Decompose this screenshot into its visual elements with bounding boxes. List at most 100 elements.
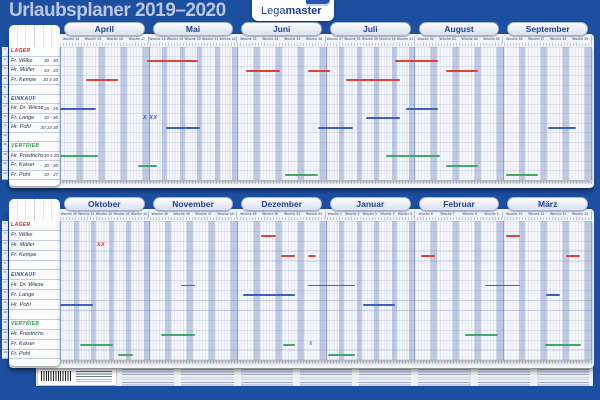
vacation-mark-pohl_e — [166, 127, 200, 129]
member-name: Hr. Friedrichs — [11, 153, 44, 159]
planner-board-photo: Urlaubsplaner 2019–2020 Legamaster April… — [0, 0, 600, 400]
row-number: 2 — [2, 231, 8, 241]
spacer-row — [9, 85, 60, 95]
week-label: Woche 37 — [525, 36, 547, 43]
vacation-mark-pohl_v — [328, 354, 355, 356]
row-number: 11 — [2, 142, 8, 152]
month-week-group: Woche 18Woche 19Woche 20Woche 21Woche 22 — [149, 36, 238, 43]
group-label: LAGER — [11, 48, 31, 54]
week-label: Woche 28 — [344, 36, 362, 43]
vacation-mark-kempe — [421, 255, 435, 257]
member-name: Fr. Kempe — [11, 77, 36, 83]
spacer-row — [9, 133, 60, 143]
row-number-strip: 1234567891011121314 — [2, 221, 8, 360]
vacation-marks-layer: XXX — [60, 221, 592, 360]
member-name: Hr. Pohl — [11, 302, 31, 308]
month-week-group: Woche 32Woche 33Woche 34Woche 35 — [415, 36, 504, 43]
group-header-vertrieb: VERTRIEB — [9, 142, 60, 152]
week-label: Woche 29 — [361, 36, 379, 43]
hand-mark-lange: X XX — [143, 115, 158, 121]
vacation-mark-kempe — [346, 79, 400, 81]
month-tab-november: November — [153, 197, 234, 211]
group-label: EINKAUF — [11, 272, 36, 278]
brand-bold: master — [285, 5, 321, 17]
vacation-mark-friedrichs — [386, 155, 440, 157]
vacation-mark-kaiser — [446, 165, 478, 167]
month-week-group: Woche 36Woche 37Woche 38Woche 39 — [503, 36, 592, 43]
vacation-mark-mueller — [308, 70, 330, 72]
member-row-wiese: Hr. Dr. Wiese28 - 26 — [9, 104, 60, 114]
month-week-group: Woche 14Woche 15Woche 16Woche 17 — [60, 36, 149, 43]
member-row-pohl_e: Hr. Pohl30 10 30 — [9, 123, 60, 133]
vacation-mark-lange — [243, 294, 295, 296]
week-label: Woche 33 — [437, 36, 459, 43]
holiday-legend-strip — [36, 367, 593, 386]
day-numbers-footer — [60, 181, 592, 184]
week-label: Woche 35 — [480, 36, 502, 43]
month-tab-maerz: März — [507, 197, 588, 211]
month-week-group: Woche 27Woche 28Woche 29Woche 30Woche 31 — [326, 36, 415, 43]
group-label: VERTRIEB — [11, 321, 39, 327]
spacer-row — [9, 310, 60, 320]
member-name: Fr. Wilke — [11, 58, 32, 64]
row-number: 9 — [2, 123, 8, 133]
vacation-mark-kaiser — [283, 344, 295, 346]
row-number: 10 — [2, 133, 8, 143]
member-name: Fr. Lange — [11, 115, 34, 121]
group-header-vertrieb: VERTRIEB — [9, 320, 60, 330]
week-labels-row: Woche 14Woche 15Woche 16Woche 17Woche 18… — [60, 36, 592, 43]
vacation-days-value: 30 - 30 — [44, 58, 58, 63]
frame-border-left — [0, 0, 2, 400]
barcode-label — [38, 369, 116, 385]
month-tab-august: August — [419, 22, 500, 36]
month-tab-september: September — [507, 22, 588, 36]
month-tab-juli: Juli — [330, 22, 411, 36]
member-row-wilke: Fr. Wilke 30 - 30 — [9, 57, 60, 67]
week-label: Woche 18 — [149, 36, 167, 43]
week-label: Woche 23 — [237, 36, 259, 43]
week-label: Woche 21 — [201, 36, 219, 43]
member-row-kempe: Fr. Kempe30 5 30 — [9, 76, 60, 86]
month-tab-april: April — [64, 22, 145, 36]
vacation-mark-mueller — [446, 70, 478, 72]
member-name: Fr. Lange — [11, 292, 34, 298]
row-number: 5 — [2, 261, 8, 271]
member-name: Fr. Kaiser — [11, 162, 35, 168]
row-number: 13 — [2, 161, 8, 171]
vacation-mark-kempe — [86, 79, 118, 81]
spacer-row — [9, 261, 60, 271]
group-label: VERTRIEB — [11, 143, 39, 149]
member-name: Hr. Dr. Wiese — [11, 282, 44, 288]
member-name: Hr. Müller — [11, 67, 35, 73]
vacation-marks-layer: X XX — [60, 47, 592, 180]
group-label: EINKAUF — [11, 96, 36, 102]
vacation-mark-wiese — [308, 285, 355, 287]
vacation-mark-kempe — [281, 255, 295, 257]
holiday-legend-column — [300, 369, 352, 386]
member-name: Fr. Kaiser — [11, 341, 35, 347]
holiday-legend-column — [241, 369, 293, 386]
month-tab-dezember: Dezember — [241, 197, 322, 211]
row-number: 14 — [2, 350, 8, 360]
row-number: 12 — [2, 330, 8, 340]
holiday-legend-column — [359, 369, 411, 386]
row-number: 1 — [2, 221, 8, 231]
vacation-days-value: 30 - 30 — [44, 115, 58, 120]
month-tabs-row: OktoberNovemberDezemberJanuarFebruarMärz — [60, 197, 592, 211]
member-name: Fr. Pohl — [11, 351, 30, 357]
week-label: Woche 24 — [259, 36, 281, 43]
week-label: Woche 20 — [184, 36, 202, 43]
member-name: Fr. Wilke — [11, 232, 32, 238]
hand-mark-kaiser: X — [309, 341, 313, 347]
week-label: Woche 31 — [396, 36, 414, 43]
calendar-grid: X XX — [60, 47, 592, 180]
group-header-einkauf: EINKAUF — [9, 270, 60, 280]
week-label: Woche 16 — [104, 36, 126, 43]
week-label: Woche 32 — [415, 36, 437, 43]
vacation-mark-kaiser — [80, 344, 113, 346]
names-column-header — [9, 199, 60, 221]
member-row-kempe: Fr. Kempe — [9, 251, 60, 261]
group-label: LAGER — [11, 222, 31, 228]
row-number: 8 — [2, 290, 8, 300]
calendar-grid: XXX — [60, 221, 592, 360]
